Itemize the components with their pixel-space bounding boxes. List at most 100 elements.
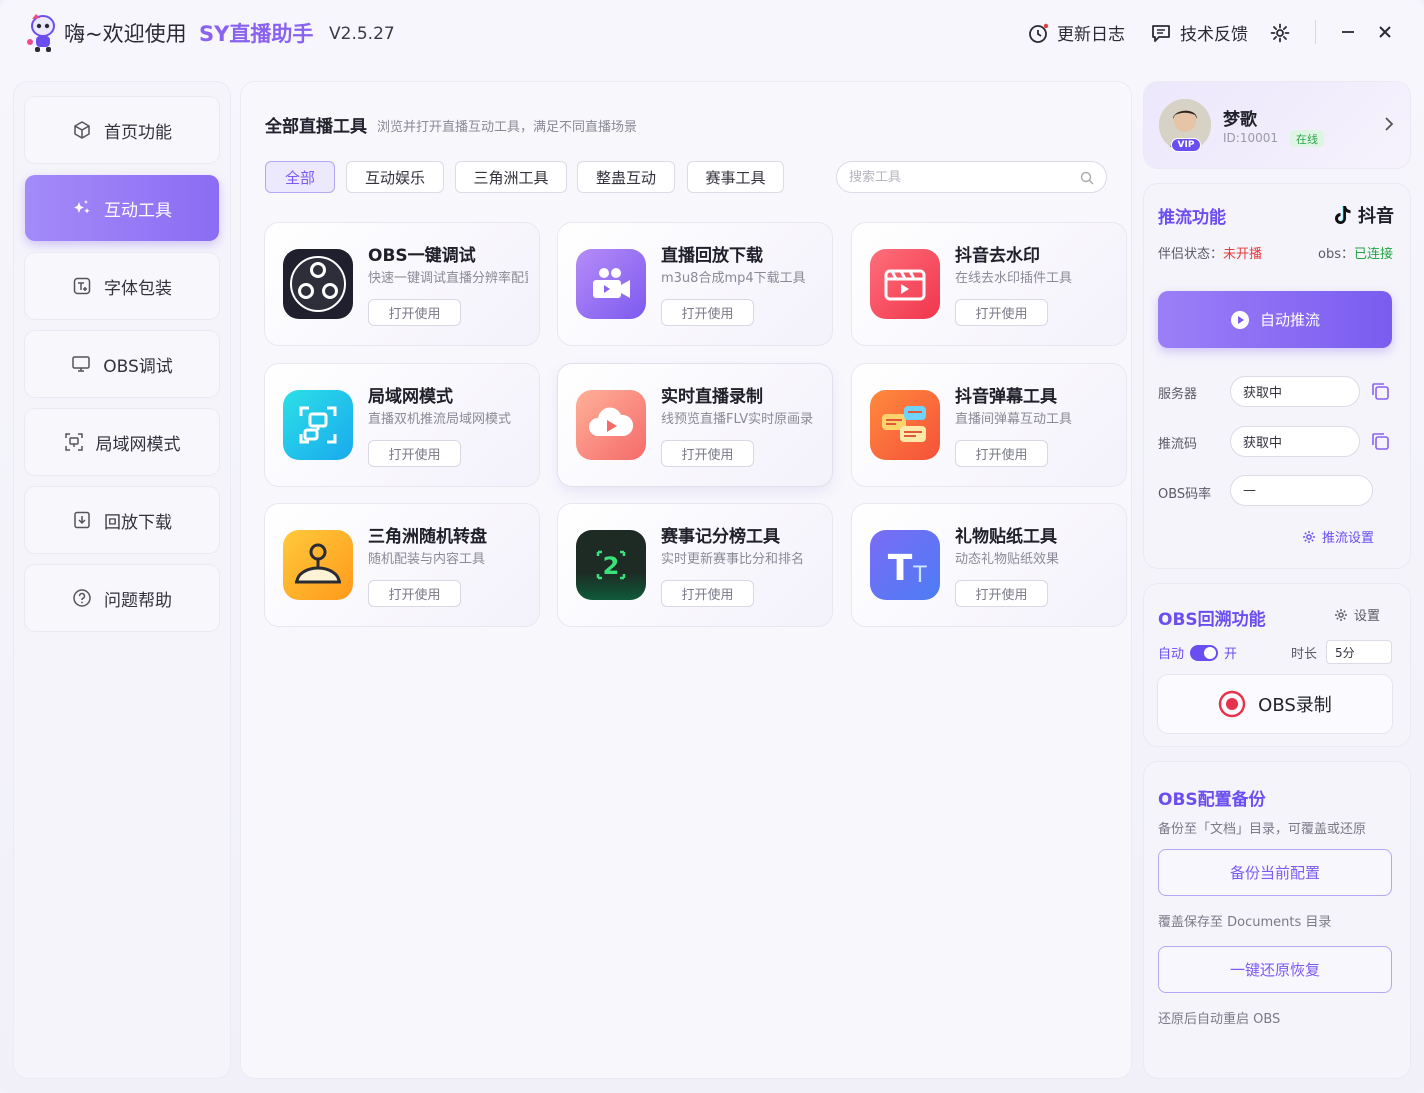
bitrate-field[interactable]: — xyxy=(1230,475,1373,506)
tool-card-watermark-remove[interactable]: 抖音去水印 在线去水印插件工具 打开使用 xyxy=(852,223,1126,345)
duration-label: 时长 xyxy=(1291,647,1318,662)
obs-record-button[interactable]: OBS录制 xyxy=(1158,675,1392,733)
open-button[interactable]: 打开使用 xyxy=(661,580,754,607)
obs-status: obs：已连接 xyxy=(1318,243,1393,262)
sidebar-item-obs-debug[interactable]: OBS调试 xyxy=(25,331,219,397)
obs-logo-icon xyxy=(283,249,353,319)
sidebar-item-home[interactable]: 首页功能 xyxy=(25,97,219,163)
tool-card-scoreboard[interactable]: 2 赛事记分榜工具 实时更新赛事比分和排名 打开使用 xyxy=(558,504,832,626)
tool-card-gift-sticker[interactable]: TT 礼物贴纸工具 动态礼物贴纸效果 打开使用 xyxy=(852,504,1126,626)
cube-icon xyxy=(74,121,90,139)
stream-key-field[interactable]: 获取中 xyxy=(1230,426,1360,457)
user-card[interactable]: VIP 梦歌 ID:10001 在线 xyxy=(1144,82,1410,168)
svg-text:2: 2 xyxy=(603,552,620,580)
sidebar-item-help[interactable]: 问题帮助 xyxy=(25,565,219,631)
record-icon xyxy=(1218,690,1246,718)
svg-text:T: T xyxy=(888,548,913,589)
close-icon[interactable] xyxy=(1377,24,1393,40)
backup-config-button[interactable]: 备份当前配置 xyxy=(1158,849,1392,896)
play-circle-icon xyxy=(1230,310,1249,329)
partner-status-label: 伴侣状态： xyxy=(1158,247,1224,262)
sidebar-item-lan-mode[interactable]: 局域网模式 xyxy=(25,409,219,475)
gear-icon xyxy=(1303,530,1315,543)
copy-icon[interactable] xyxy=(1369,430,1391,452)
copy-icon[interactable] xyxy=(1369,380,1391,402)
sidebar-item-label: 回放下载 xyxy=(104,512,172,533)
sidebar-item-interactive-tools[interactable]: 互动工具 xyxy=(25,175,219,241)
push-settings-link[interactable]: 推流设置 xyxy=(1302,527,1374,546)
sidebar-item-label: OBS调试 xyxy=(103,356,173,377)
tool-desc: 实时更新赛事比分和排名 xyxy=(661,552,805,567)
tool-card-replay-download[interactable]: 直播回放下载 m3u8合成mp4下载工具 打开使用 xyxy=(558,223,832,345)
tool-title: 三角洲随机转盘 xyxy=(368,527,487,547)
push-title: 推流功能 xyxy=(1158,208,1226,228)
open-button[interactable]: 打开使用 xyxy=(661,299,754,326)
tool-card-lan-mode[interactable]: 局域网模式 直播双机推流局域网模式 打开使用 xyxy=(265,364,539,486)
filter-match-tools[interactable]: 赛事工具 xyxy=(687,161,784,193)
server-field[interactable]: 获取中 xyxy=(1230,376,1360,407)
download-icon xyxy=(74,511,90,529)
partner-status-value: 未开播 xyxy=(1223,247,1263,262)
sidebar-item-label: 问题帮助 xyxy=(104,590,172,611)
open-button[interactable]: 打开使用 xyxy=(368,580,461,607)
font-icon xyxy=(73,277,91,295)
svg-text:T: T xyxy=(912,563,927,588)
lan-icon xyxy=(64,433,83,451)
obs-status-value: 已连接 xyxy=(1353,247,1393,262)
tool-title: 礼物贴纸工具 xyxy=(955,527,1057,547)
backup-title: OBS配置备份 xyxy=(1158,790,1266,810)
tool-card-obs-debug[interactable]: OBS一键调试 快速一键调试直播分辨率配置 打开使用 xyxy=(265,223,539,345)
changelog-label: 更新日志 xyxy=(1057,25,1125,45)
tool-desc: m3u8合成mp4下载工具 xyxy=(661,271,806,286)
settings-gear-icon[interactable] xyxy=(1270,23,1290,43)
open-button[interactable]: 打开使用 xyxy=(368,440,461,467)
tiktok-icon xyxy=(1335,206,1351,224)
sidebar-item-label: 局域网模式 xyxy=(95,434,181,455)
obs-replay-settings[interactable]: 设置 xyxy=(1334,605,1380,624)
feedback-label: 技术反馈 xyxy=(1180,25,1248,45)
auto-toggle[interactable] xyxy=(1190,644,1219,661)
minimize-icon[interactable] xyxy=(1340,24,1356,40)
backup-note: 覆盖保存至 Documents 目录 xyxy=(1158,915,1332,930)
open-button[interactable]: 打开使用 xyxy=(955,580,1048,607)
tool-card-danmaku[interactable]: 抖音弹幕工具 直播间弹幕互动工具 打开使用 xyxy=(852,364,1126,486)
vip-badge: VIP xyxy=(1171,138,1201,152)
filter-prank[interactable]: 整蛊互动 xyxy=(577,161,675,193)
obs-status-label: obs： xyxy=(1318,247,1354,262)
chevron-right-icon[interactable] xyxy=(1384,116,1394,132)
changelog-button[interactable]: 更新日志 xyxy=(1027,20,1125,45)
filter-entertainment[interactable]: 互动娱乐 xyxy=(346,161,444,193)
duration-select[interactable]: 5分 xyxy=(1326,640,1392,664)
sidebar: 首页功能 互动工具 字体包装 OBS调试 局域网模式 回放下载 问题帮助 xyxy=(14,82,230,1078)
tool-desc: 快速一键调试直播分辨率配置 xyxy=(368,271,528,286)
joystick-icon xyxy=(283,530,353,600)
restore-config-button[interactable]: 一键还原恢复 xyxy=(1158,946,1392,993)
tool-desc: 动态礼物贴纸效果 xyxy=(955,552,1060,567)
tool-card-delta-wheel[interactable]: 三角洲随机转盘 随机配装与内容工具 打开使用 xyxy=(265,504,539,626)
open-button[interactable]: 打开使用 xyxy=(955,299,1048,326)
tool-title: 抖音弹幕工具 xyxy=(955,387,1057,407)
cloud-play-icon xyxy=(576,390,646,460)
open-button[interactable]: 打开使用 xyxy=(368,299,461,326)
push-settings-label: 推流设置 xyxy=(1322,531,1375,546)
tool-title: 抖音去水印 xyxy=(955,246,1040,266)
feedback-button[interactable]: 技术反馈 xyxy=(1150,20,1248,45)
tool-title: 实时直播录制 xyxy=(661,387,763,407)
filter-delta-tools[interactable]: 三角洲工具 xyxy=(455,161,567,193)
text-sticker-icon: TT xyxy=(870,530,940,600)
open-button[interactable]: 打开使用 xyxy=(661,440,754,467)
backup-desc: 备份至「文档」目录，可覆盖或还原 xyxy=(1158,822,1367,837)
monitor-icon xyxy=(72,356,90,372)
obs-replay-panel: OBS回溯功能 设置 自动 开 时长 5分 OBS录制 xyxy=(1144,584,1410,746)
search-input[interactable] xyxy=(849,169,1069,185)
tool-title: 直播回放下载 xyxy=(661,246,763,266)
sidebar-item-replay-download[interactable]: 回放下载 xyxy=(25,487,219,553)
filter-all[interactable]: 全部 xyxy=(265,161,335,193)
sidebar-item-fonts[interactable]: 字体包装 xyxy=(25,253,219,319)
auto-push-button[interactable]: 自动推流 xyxy=(1158,291,1392,348)
tool-card-live-record[interactable]: 实时直播录制 线预览直播FLV实时原画录 打开使用 xyxy=(558,364,832,486)
sparkle-icon xyxy=(74,200,90,214)
lan-screen-icon xyxy=(283,390,353,460)
open-button[interactable]: 打开使用 xyxy=(955,440,1048,467)
search-icon[interactable] xyxy=(1080,171,1094,185)
